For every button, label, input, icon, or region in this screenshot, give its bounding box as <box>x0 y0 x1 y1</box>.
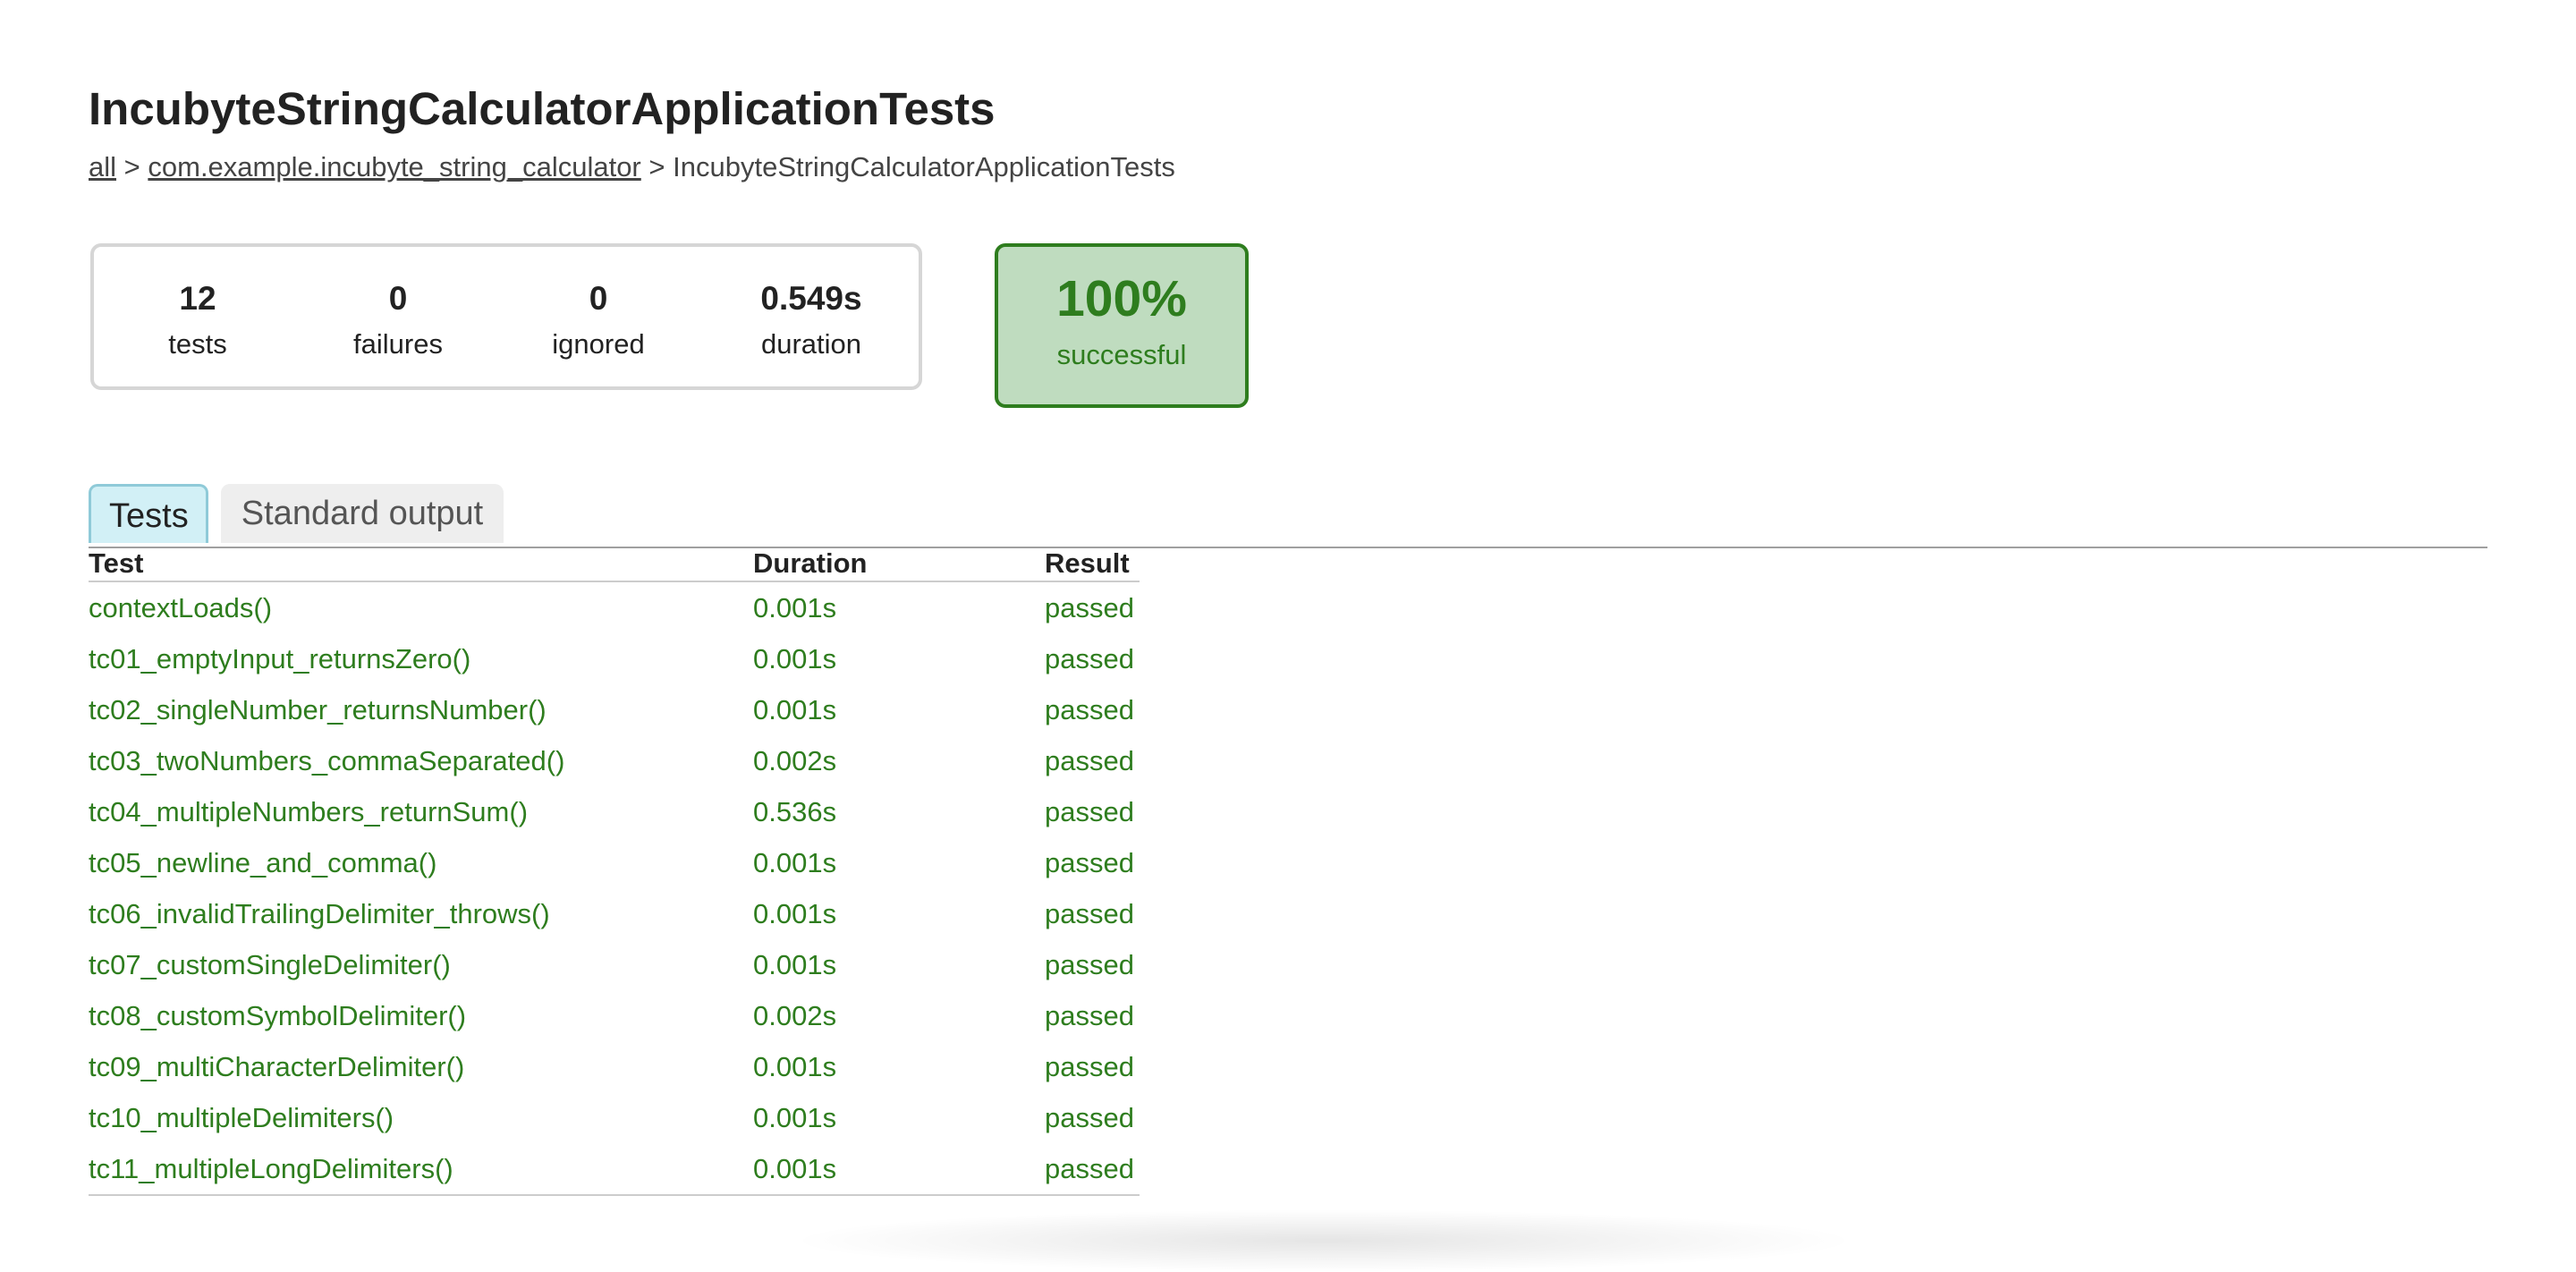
breadcrumb: all > com.example.incubyte_string_calcul… <box>89 145 2487 190</box>
breadcrumb-current: IncubyteStringCalculatorApplicationTests <box>673 151 1175 182</box>
breadcrumb-link-all[interactable]: all <box>89 151 116 182</box>
success-rate-box: 100% successful <box>995 243 1249 408</box>
failures-count: 0 <box>388 280 408 317</box>
test-result: passed <box>1045 1050 1134 1082</box>
summary-box: 12 tests 0 failures 0 ignored 0.549s dur… <box>90 243 922 390</box>
test-name: contextLoads() <box>89 591 273 623</box>
table-row: tc11_multipleLongDelimiters() 0.001s pas… <box>89 1143 1140 1196</box>
test-result: passed <box>1045 642 1134 674</box>
test-duration: 0.002s <box>753 744 837 776</box>
table-row: tc05_newline_and_comma() 0.001s passed <box>89 837 1140 888</box>
test-duration: 0.536s <box>753 795 837 827</box>
test-result: passed <box>1045 1101 1134 1133</box>
test-duration: 0.001s <box>753 591 837 623</box>
page-title: IncubyteStringCalculatorApplicationTests <box>89 83 996 134</box>
report-content: IncubyteStringCalculatorApplicationTests… <box>89 54 2487 1196</box>
duration-counter: 0.549s duration <box>722 277 901 369</box>
test-name: tc04_multipleNumbers_returnSum() <box>89 795 529 827</box>
test-duration: 0.001s <box>753 642 837 674</box>
test-result: passed <box>1045 1143 1140 1196</box>
test-name: tc10_multipleDelimiters() <box>89 1101 394 1133</box>
test-name: tc09_multiCharacterDelimiter() <box>89 1050 465 1082</box>
table-row: tc03_twoNumbers_commaSeparated() 0.002s … <box>89 735 1140 786</box>
test-duration: 0.001s <box>753 846 837 878</box>
test-duration: 0.002s <box>753 999 837 1031</box>
test-duration: 0.001s <box>753 1050 837 1082</box>
table-header-row: Test Duration Result <box>89 547 1140 582</box>
table-row: tc10_multipleDelimiters() 0.001s passed <box>89 1092 1140 1143</box>
column-header-result: Result <box>1045 547 1140 582</box>
test-duration: 0.001s <box>753 948 837 980</box>
test-result: passed <box>1045 999 1134 1031</box>
test-result: passed <box>1045 591 1134 623</box>
column-header-duration: Duration <box>753 547 1045 582</box>
table-row: tc01_emptyInput_returnsZero() 0.001s pas… <box>89 633 1140 684</box>
duration-value: 0.549s <box>760 280 862 317</box>
column-header-test: Test <box>89 547 753 582</box>
ignored-count: 0 <box>589 280 608 317</box>
test-name: tc06_invalidTrailingDelimiter_throws() <box>89 897 550 929</box>
tab-standard-output[interactable]: Standard output <box>221 484 504 543</box>
test-name: tc07_customSingleDelimiter() <box>89 948 451 980</box>
table-row: tc08_customSymbolDelimiter() 0.002s pass… <box>89 990 1140 1041</box>
tests-counter: 12 tests <box>108 277 287 369</box>
test-duration: 0.001s <box>753 897 837 929</box>
test-result: passed <box>1045 744 1134 776</box>
table-row: contextLoads() 0.001s passed <box>89 581 1140 633</box>
test-duration: 0.001s <box>753 693 837 725</box>
test-name: tc03_twoNumbers_commaSeparated() <box>89 744 565 776</box>
tab-bar: Tests Standard output <box>89 484 2487 548</box>
test-name: tc08_customSymbolDelimiter() <box>89 999 467 1031</box>
test-result: passed <box>1045 897 1134 929</box>
breadcrumb-separator: > <box>123 151 140 182</box>
table-row: tc04_multipleNumbers_returnSum() 0.536s … <box>89 786 1140 837</box>
table-row: tc07_customSingleDelimiter() 0.001s pass… <box>89 939 1140 990</box>
breadcrumb-separator: > <box>648 151 665 182</box>
tests-count: 12 <box>179 280 216 317</box>
ignored-counter: 0 ignored <box>509 277 688 369</box>
tests-table: Test Duration Result contextLoads() 0.00… <box>89 547 1140 1196</box>
duration-label: duration <box>760 328 862 360</box>
table-row: tc06_invalidTrailingDelimiter_throws() 0… <box>89 888 1140 939</box>
tests-label: tests <box>168 328 227 360</box>
test-name: tc11_multipleLongDelimiters() <box>89 1143 753 1196</box>
table-row: tc02_singleNumber_returnsNumber() 0.001s… <box>89 684 1140 735</box>
test-name: tc02_singleNumber_returnsNumber() <box>89 693 547 725</box>
success-label: successful <box>1056 339 1187 370</box>
test-result: passed <box>1045 693 1134 725</box>
breadcrumb-link-package[interactable]: com.example.incubyte_string_calculator <box>148 151 640 182</box>
test-result: passed <box>1045 948 1134 980</box>
ignored-label: ignored <box>552 328 645 360</box>
success-rate: 100% <box>1056 270 1187 327</box>
failures-label: failures <box>353 328 443 360</box>
test-result: passed <box>1045 846 1134 878</box>
table-row: tc09_multiCharacterDelimiter() 0.001s pa… <box>89 1041 1140 1092</box>
test-duration: 0.001s <box>753 1143 1045 1196</box>
failures-counter: 0 failures <box>309 277 487 369</box>
tab-tests[interactable]: Tests <box>89 484 208 543</box>
test-name: tc05_newline_and_comma() <box>89 846 437 878</box>
test-name: tc01_emptyInput_returnsZero() <box>89 642 471 674</box>
window-shadow <box>787 1209 1860 1272</box>
test-result: passed <box>1045 795 1134 827</box>
test-duration: 0.001s <box>753 1101 837 1133</box>
